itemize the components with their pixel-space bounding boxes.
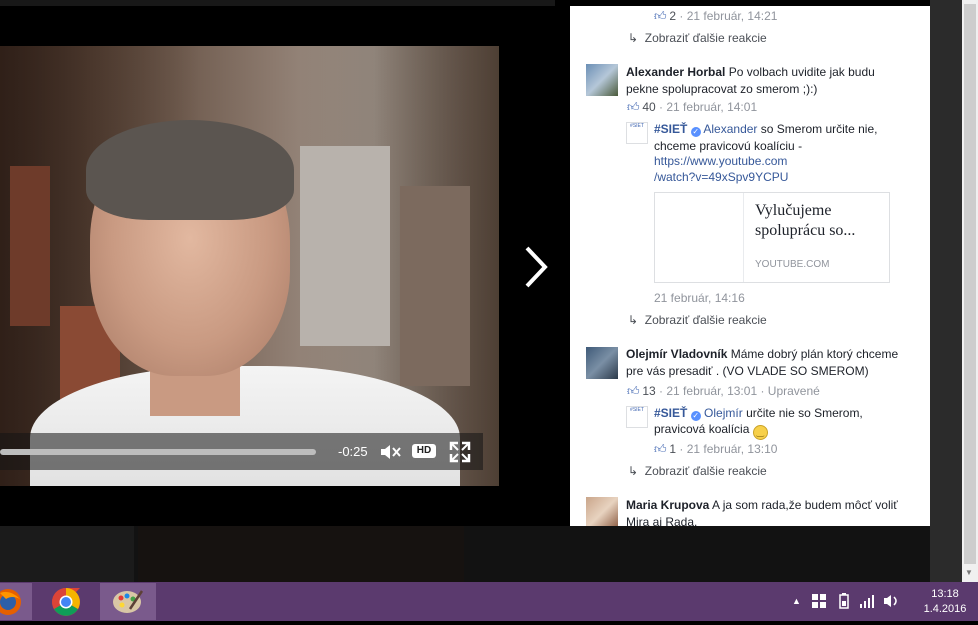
window-frame — [300, 146, 390, 346]
like-icon[interactable]: 👍︎ — [627, 101, 640, 113]
hd-button[interactable]: HD — [412, 444, 436, 458]
thumbnail-2[interactable] — [138, 526, 464, 582]
avatar-olejmir-vladovnik[interactable] — [586, 347, 618, 379]
show-more-replies-2[interactable]: ↳ Zobraziť ďalšie reakcie — [628, 313, 767, 327]
battery-icon[interactable] — [836, 593, 852, 612]
verified-icon: ✓ — [690, 411, 701, 421]
reply-arrow-icon: ↳ — [628, 313, 639, 327]
strip-dark — [464, 526, 930, 582]
reply-author[interactable]: #SIEŤ — [654, 406, 687, 420]
viewer-top-strip — [0, 0, 555, 6]
tray-expand-icon[interactable]: ▲ — [792, 596, 801, 606]
mute-icon[interactable] — [380, 443, 402, 464]
comment-alexander-horbal: Alexander Horbal Po volbach uvidite jak … — [626, 64, 886, 98]
windows-flag-icon[interactable] — [812, 594, 826, 611]
preview-title[interactable]: Vylučujeme spoluprácu so... — [755, 201, 885, 241]
reply-siet-1: #SIEŤ ✓ Alexander so Smerom určite nie, … — [654, 121, 894, 155]
reply-link-line1[interactable]: https://www.youtube.com — [654, 153, 787, 170]
reply-mention[interactable]: Olejmír — [704, 406, 743, 420]
comment-olejmir-vladovnik: Olejmír Vladovník Máme dobrý plán ktorý … — [626, 346, 906, 380]
reply-time[interactable]: 21 február, 14:16 — [654, 291, 745, 305]
taskbar-firefox[interactable] — [0, 583, 32, 620]
comment-meta: 👍︎ 40 · 21 február, 14:01 — [627, 100, 758, 114]
video-progress-bar[interactable] — [0, 449, 316, 455]
reply-author[interactable]: #SIEŤ — [654, 122, 687, 136]
avatar-maria-krupova[interactable] — [586, 497, 618, 529]
avatar-alexander-horbal[interactable] — [586, 64, 618, 96]
reply-body: so Smerom určite nie, chceme pravicovú k… — [654, 122, 878, 153]
fullscreen-icon[interactable] — [449, 441, 471, 466]
reply-body: určite nie so Smerom, — [746, 406, 863, 420]
taskbar-clock[interactable]: 13:18 1.4.2016 — [920, 587, 970, 617]
reply-arrow-icon: ↳ — [628, 31, 639, 45]
video-player[interactable] — [0, 46, 499, 486]
reply-arrow-icon: ↳ — [628, 464, 639, 478]
preview-image — [655, 193, 744, 282]
reply-mention[interactable]: Alexander — [703, 122, 757, 136]
bookshelf-left — [10, 166, 50, 326]
chrome-icon — [52, 588, 80, 616]
clock-date: 1.4.2016 — [923, 603, 967, 615]
thumbnail-1[interactable] — [0, 526, 134, 582]
cabinet — [400, 186, 470, 386]
reply-siet-2: #SIEŤ ✓ Olejmír určite nie so Smerom, — [654, 405, 894, 422]
reply-meta: 👍︎ 1 · 21 február, 13:10 — [654, 442, 778, 456]
like-icon[interactable]: 👍︎ — [654, 10, 667, 22]
paint-icon — [113, 590, 144, 613]
taskbar-chrome[interactable] — [44, 583, 88, 620]
like-icon[interactable]: 👍︎ — [654, 443, 667, 455]
comment-author[interactable]: Alexander Horbal — [626, 65, 725, 79]
comment-author[interactable]: Olejmír Vladovník — [626, 347, 727, 361]
clock-time: 13:18 — [931, 588, 959, 600]
show-more-replies-1[interactable]: ↳ Zobraziť ďalšie reakcie — [628, 31, 767, 45]
comment-author[interactable]: Maria Krupova — [626, 498, 709, 512]
next-arrow-icon[interactable] — [522, 244, 552, 290]
comment-meta: 👍︎ 13 · 21 február, 13:01 · Upravené — [627, 384, 820, 398]
verified-icon: ✓ — [690, 127, 701, 137]
reply-meta: 👍︎ 2 · 21 február, 14:21 — [654, 9, 778, 23]
avatar-siet[interactable]: #SIEŤ — [626, 406, 648, 428]
volume-icon[interactable] — [884, 594, 900, 611]
like-icon[interactable]: 👍︎ — [627, 385, 640, 397]
person-hair — [86, 120, 294, 220]
avatar-siet[interactable]: #SIEŤ — [626, 122, 648, 144]
show-more-replies-3[interactable]: ↳ Zobraziť ďalšie reakcie — [628, 464, 767, 478]
preview-domain: YOUTUBE.COM — [755, 259, 830, 270]
reply-body-line2: pravicová koalícia ‿ — [654, 421, 768, 440]
reply-link-line2[interactable]: /watch?v=49xSpv9YCPU — [654, 169, 788, 186]
video-time-remaining: -0:25 — [338, 444, 368, 459]
link-preview-card[interactable]: Vylučujeme spoluprácu so... YOUTUBE.COM — [654, 192, 890, 283]
taskbar-paint[interactable] — [100, 583, 156, 620]
scroll-down-icon[interactable]: ▼ — [965, 568, 975, 578]
firefox-icon — [0, 589, 21, 615]
smiley-icon: ‿ — [752, 425, 768, 440]
scrollbar-thumb[interactable] — [964, 4, 976, 564]
network-icon[interactable] — [860, 594, 876, 611]
